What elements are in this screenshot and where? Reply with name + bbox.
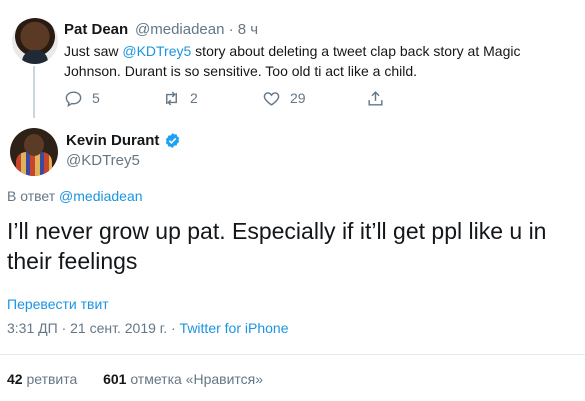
likes-count: 601	[103, 371, 127, 387]
retweets-label: ретвита	[22, 371, 78, 387]
mention-link[interactable]: @KDTrey5	[122, 43, 191, 59]
share-icon	[368, 90, 383, 106]
retweet-button[interactable]: 2	[162, 89, 262, 108]
divider	[0, 354, 585, 355]
timestamp-separator: ·	[57, 320, 71, 336]
avatar-shirt	[22, 50, 48, 64]
reply-time-ago[interactable]: 8 ч	[238, 21, 258, 38]
main-author-name-row[interactable]: Kevin Durant	[66, 132, 181, 149]
reply-author-meta: @mediadean · 8 ч	[135, 21, 258, 38]
tweet-date[interactable]: 21 сент. 2019 г.	[70, 320, 167, 336]
like-icon	[263, 91, 280, 106]
retweet-count: 2	[190, 90, 198, 106]
tweet-timestamp: 3:31 ДП · 21 сент. 2019 г. · Twitter for…	[7, 320, 288, 336]
replying-to-prefix: В ответ	[7, 188, 60, 204]
reply-author-name[interactable]: Pat Dean	[64, 21, 128, 38]
reply-author-handle[interactable]: @mediadean	[135, 21, 224, 38]
reply-button[interactable]: 5	[64, 89, 162, 108]
main-tweet-text: I’ll never grow up pat. Especially if it…	[7, 218, 547, 274]
reply-icon	[65, 90, 82, 107]
share-button[interactable]	[366, 89, 385, 108]
translate-tweet-link[interactable]: Перевести твит	[7, 296, 109, 312]
verified-badge-icon	[166, 133, 180, 148]
reply-count: 5	[92, 90, 100, 106]
tweet-time[interactable]: 3:31 ДП	[7, 320, 58, 336]
tweet-client-link[interactable]: Twitter for iPhone	[180, 320, 289, 336]
like-count: 29	[290, 90, 306, 106]
retweets-stat[interactable]: 42 ретвита	[7, 371, 77, 387]
like-button[interactable]: 29	[262, 89, 366, 108]
meta-separator: ·	[228, 21, 234, 38]
reply-tweet-actions: 5 2 29	[64, 86, 385, 110]
reply-tweet-text: Just saw @KDTrey5 story about deleting a…	[64, 41, 534, 81]
reply-text-part: Just saw	[64, 43, 123, 59]
tweet-stats: 42 ретвита 601 отметка «Нравится»	[7, 371, 263, 387]
avatar-head	[24, 134, 44, 156]
retweet-icon	[166, 91, 177, 105]
main-author-name[interactable]: Kevin Durant	[66, 132, 159, 149]
thread-connector-line	[33, 66, 35, 118]
avatar-kevin-durant[interactable]	[10, 128, 58, 176]
avatar-pat-dean[interactable]	[12, 18, 58, 64]
replying-to-link[interactable]: @mediadean	[59, 188, 143, 204]
timestamp-separator: ·	[167, 320, 180, 336]
replying-to: В ответ @mediadean	[7, 188, 143, 204]
main-author-handle[interactable]: @KDTrey5	[66, 152, 140, 169]
likes-label: отметка «Нравится»	[126, 371, 264, 387]
likes-stat[interactable]: 601 отметка «Нравится»	[103, 371, 263, 387]
retweets-count: 42	[7, 371, 23, 387]
